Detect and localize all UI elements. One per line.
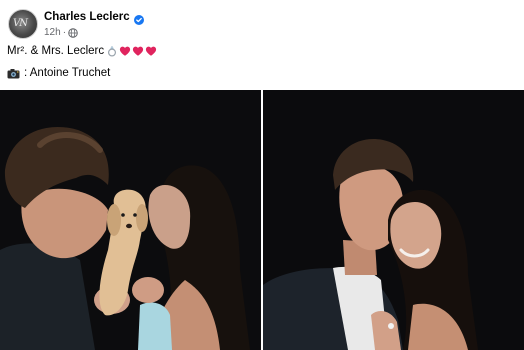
globe-icon[interactable] [68, 27, 78, 38]
header-text: Charles Leclerc 12h · [44, 9, 144, 39]
post-caption: Mr². & Mrs. Leclerc [7, 45, 158, 57]
avatar-monogram: VN [13, 18, 28, 29]
camera-icon [7, 68, 20, 79]
post-header: VN Charles Leclerc 12h · [8, 8, 144, 40]
author-name[interactable]: Charles Leclerc [44, 11, 130, 23]
couple-kissing-puppy-photo[interactable] [0, 90, 261, 350]
couple-smiling-photo[interactable] [263, 90, 524, 350]
meta-separator: · [62, 27, 67, 38]
name-row: Charles Leclerc [44, 9, 144, 25]
verified-badge-icon [133, 12, 144, 25]
avatar[interactable]: VN [8, 9, 38, 39]
hearts-group [119, 45, 158, 57]
post-meta: 12h · [44, 26, 144, 39]
heart-icon [132, 45, 144, 57]
post-time[interactable]: 12h [44, 27, 61, 38]
heart-icon [145, 45, 157, 57]
heart-icon [119, 45, 131, 57]
credit-text: : Antoine Truchet [24, 67, 111, 79]
photo-credit: : Antoine Truchet [7, 67, 110, 79]
ring-icon [107, 45, 117, 57]
caption-text: Mr². & Mrs. Leclerc [7, 45, 105, 57]
